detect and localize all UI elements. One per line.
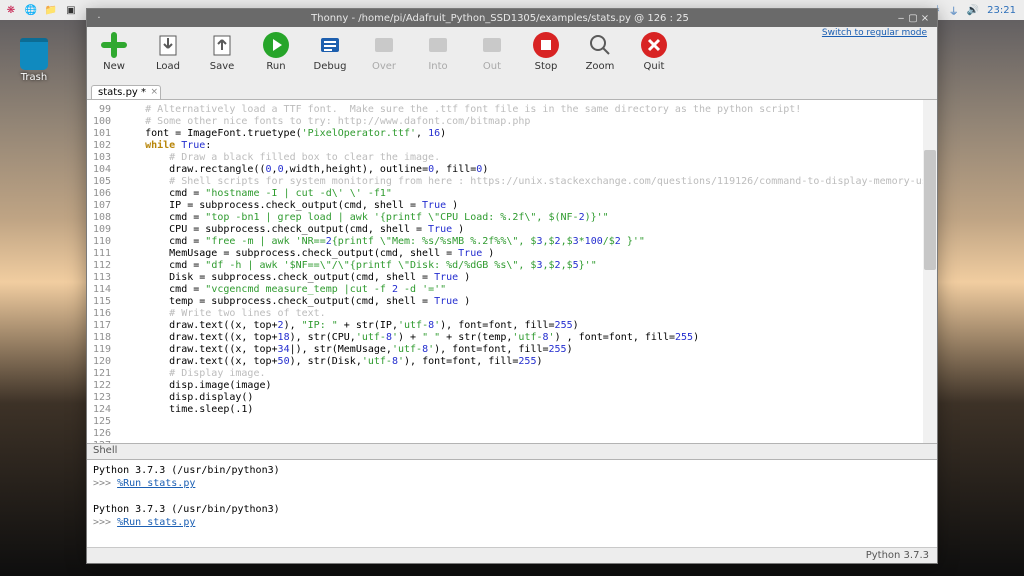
- shell-header: Shell: [87, 443, 937, 459]
- step-over-button: Over: [365, 31, 403, 72]
- debug-button[interactable]: Debug: [311, 31, 349, 72]
- desktop-trash[interactable]: Trash: [20, 38, 48, 83]
- magnifier-icon: [586, 31, 614, 59]
- run-button[interactable]: Run: [257, 31, 295, 72]
- switch-mode-link[interactable]: Switch to regular mode: [822, 29, 927, 39]
- step-out-button: Out: [473, 31, 511, 72]
- save-icon: [208, 31, 236, 59]
- stop-button[interactable]: Stop: [527, 31, 565, 72]
- trash-icon: [20, 38, 48, 70]
- thonny-window: · Thonny - /home/pi/Adafruit_Python_SSD1…: [86, 8, 938, 564]
- shell-panel[interactable]: Python 3.7.3 (/usr/bin/python3)>>> %Run …: [87, 459, 937, 547]
- tab-label: stats.py *: [98, 87, 146, 98]
- window-menu-icon[interactable]: ·: [93, 13, 105, 24]
- volume-icon[interactable]: 🔊: [967, 5, 979, 16]
- play-icon: [262, 31, 290, 59]
- editor-tabstrip: stats.py * ×: [87, 81, 937, 99]
- wifi-icon[interactable]: ⏚: [949, 3, 959, 18]
- editor-scrollbar[interactable]: [923, 100, 937, 443]
- titlebar[interactable]: · Thonny - /home/pi/Adafruit_Python_SSD1…: [87, 9, 937, 27]
- code-editor[interactable]: 9910010110210310410510610710810911011111…: [87, 99, 937, 443]
- trash-label: Trash: [20, 72, 48, 83]
- scrollbar-thumb[interactable]: [924, 150, 936, 270]
- stop-icon: [532, 31, 560, 59]
- close-icon[interactable]: ×: [150, 87, 158, 97]
- quit-button[interactable]: Quit: [635, 31, 673, 72]
- step-over-icon: [370, 31, 398, 59]
- load-button[interactable]: Load: [149, 31, 187, 72]
- save-button[interactable]: Save: [203, 31, 241, 72]
- load-icon: [154, 31, 182, 59]
- step-into-button: Into: [419, 31, 457, 72]
- debug-icon: [316, 31, 344, 59]
- toolbar: New Load Save Run Debug Over Into Out: [87, 27, 937, 81]
- step-out-icon: [478, 31, 506, 59]
- quit-icon: [640, 31, 668, 59]
- plus-icon: [100, 31, 128, 59]
- web-browser-icon[interactable]: 🌐: [24, 3, 38, 17]
- status-python-version: Python 3.7.3: [866, 550, 929, 561]
- tab-stats-py[interactable]: stats.py * ×: [91, 85, 161, 99]
- close-button[interactable]: ×: [919, 13, 931, 24]
- minimize-button[interactable]: ‒: [895, 13, 907, 24]
- line-gutter: 9910010110210310410510610710810911011111…: [87, 100, 115, 443]
- maximize-button[interactable]: ▢: [907, 13, 919, 24]
- statusbar: Python 3.7.3: [87, 547, 937, 563]
- step-into-icon: [424, 31, 452, 59]
- file-manager-icon[interactable]: 📁: [44, 3, 58, 17]
- clock: 23:21: [987, 5, 1016, 16]
- raspberry-menu-icon[interactable]: ❋: [4, 3, 18, 17]
- window-title: Thonny - /home/pi/Adafruit_Python_SSD130…: [105, 13, 895, 24]
- code-area[interactable]: # Alternatively load a TTF font. Make su…: [115, 100, 937, 443]
- new-button[interactable]: New: [95, 31, 133, 72]
- terminal-icon[interactable]: ▣: [64, 3, 78, 17]
- zoom-button[interactable]: Zoom: [581, 31, 619, 72]
